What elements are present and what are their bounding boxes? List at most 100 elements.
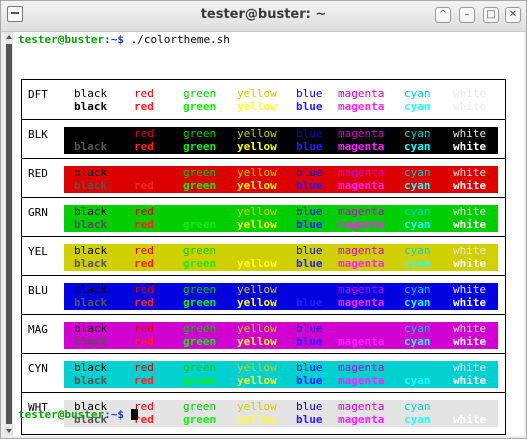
swatch-white-normal: white [453, 283, 487, 296]
swatch-cyan-bold: cyan [404, 257, 431, 270]
swatch-blue-bold: blue [296, 179, 323, 192]
maximize-icon[interactable]: □ [483, 7, 499, 23]
terminal-window: tester@buster: ~ ^ – □ ✕ tester@buster:~… [0, 0, 527, 439]
swatch-blue-bold: blue [296, 218, 323, 231]
swatch-yellow-normal: yellow [237, 400, 277, 413]
swatch-yellow-bold: yellow [237, 374, 277, 387]
color-row-yel: YEL black black red red green green yellow yello… [22, 236, 505, 276]
swatch-white-normal: white [453, 361, 487, 374]
swatch-green-normal: green [183, 244, 217, 257]
keep-above-icon[interactable]: ^ [435, 7, 451, 23]
swatch-red-bold: red [134, 140, 154, 153]
swatch-cyan-bold: cyan [404, 179, 431, 192]
swatch-blue-bold: blue [296, 100, 323, 113]
swatch-cyan-normal: cyan [404, 166, 431, 179]
swatch-black-normal: black [74, 283, 108, 296]
swatch-green-normal: green [183, 166, 217, 179]
swatch-black-normal: black [74, 166, 108, 179]
swatch-cyan-bold: cyan [404, 374, 431, 387]
swatch-red-normal: red [134, 361, 154, 374]
color-row-cyn: CYN black black red red green green yellow yello… [22, 353, 505, 393]
color-row-blu: BLU black black red red green green yellow yello… [22, 275, 505, 315]
swatch-green-normal: green [183, 322, 217, 335]
swatch-cyan-bold: cyan [404, 100, 431, 113]
terminal-area[interactable]: tester@buster:~$ ./colortheme.sh DFT blac… [5, 32, 524, 436]
swatch-white-normal: white [453, 322, 487, 335]
swatch-yellow-normal: yellow [237, 87, 277, 100]
background-band: black black red red green green yellow yellow bl… [64, 322, 498, 349]
swatch-magenta-bold: magenta [338, 374, 385, 387]
swatch-white-bold: white [453, 374, 487, 387]
swatch-black-bold: black [74, 100, 108, 113]
swatch-white-normal: white [453, 205, 487, 218]
color-row-red: RED black black red red green green yellow yello… [22, 158, 505, 198]
swatch-black-normal: black [74, 322, 108, 335]
swatch-blue-normal: blue [296, 166, 323, 179]
color-row-dft: DFT black black red red green green yellow yello… [22, 80, 505, 119]
background-band: black black red red green green yellow yellow bl… [64, 166, 498, 193]
row-label: MAG [28, 323, 48, 336]
swatch-magenta-bold: magenta [338, 179, 385, 192]
swatch-white-bold: white [453, 296, 487, 309]
swatch-red-bold: red [134, 296, 154, 309]
prompt-path: :~$ [104, 33, 124, 46]
swatch-magenta-normal: magenta [338, 166, 385, 179]
swatch-black-normal: black [74, 205, 108, 218]
swatch-magenta-normal: magenta [338, 87, 385, 100]
scrollbar[interactable] [5, 32, 13, 436]
swatch-magenta-bold: magenta [338, 218, 385, 231]
swatch-magenta-bold: magenta [338, 296, 385, 309]
swatch-blue-normal: blue [296, 205, 323, 218]
swatch-black-normal: black [74, 127, 108, 140]
swatch-yellow-normal: yellow [237, 283, 277, 296]
swatch-magenta-bold: magenta [338, 413, 385, 426]
swatch-cyan-bold: cyan [404, 296, 431, 309]
swatch-red-normal: red [134, 127, 154, 140]
title-bar[interactable]: tester@buster: ~ ^ – □ ✕ [1, 1, 526, 32]
swatch-cyan-bold: cyan [404, 140, 431, 153]
swatch-yellow-normal: yellow [237, 166, 277, 179]
swatch-green-normal: green [183, 127, 217, 140]
prompt-path: :~$ [104, 408, 124, 421]
swatch-white-normal: white [453, 87, 487, 100]
swatch-red-normal: red [134, 283, 154, 296]
close-icon[interactable]: ✕ [505, 7, 521, 23]
swatch-green-normal: green [183, 283, 217, 296]
swatch-green-bold: green [183, 296, 217, 309]
swatch-green-normal: green [183, 361, 217, 374]
prompt-user: tester@buster [18, 33, 105, 46]
background-band: black black red red green green yellow yellow bl… [64, 87, 498, 114]
swatch-white-bold: white [453, 257, 487, 270]
swatch-green-bold: green [183, 413, 217, 426]
swatch-black-normal: black [74, 361, 108, 374]
swatch-cyan-normal: cyan [404, 322, 431, 335]
active-prompt-line[interactable]: tester@buster:~$ [18, 408, 138, 421]
swatch-magenta-normal: magenta [338, 361, 385, 374]
swatch-red-bold: red [134, 100, 154, 113]
swatch-blue-normal: blue [296, 283, 323, 296]
swatch-green-bold: green [183, 257, 217, 270]
swatch-black-normal: black [74, 87, 108, 100]
swatch-yellow-bold: yellow [237, 413, 277, 426]
swatch-white-normal: white [453, 166, 487, 179]
swatch-green-normal: green [183, 205, 217, 218]
swatch-yellow-normal: yellow [237, 205, 277, 218]
scroll-up-icon[interactable] [6, 35, 12, 39]
swatch-red-normal: red [134, 322, 154, 335]
swatch-black-bold: black [74, 296, 108, 309]
swatch-cyan-normal: cyan [404, 244, 431, 257]
swatch-yellow-normal: yellow [237, 127, 277, 140]
background-band: black black red red green green yellow yellow bl… [64, 361, 498, 388]
swatch-red-bold: red [134, 218, 154, 231]
swatch-red-normal: red [134, 87, 154, 100]
swatch-cyan-normal: cyan [404, 361, 431, 374]
swatch-cyan-normal: cyan [404, 127, 431, 140]
swatch-cyan-bold: cyan [404, 335, 431, 348]
minimize-icon[interactable]: – [459, 7, 475, 23]
swatch-white-bold: white [453, 140, 487, 153]
color-row-blk: BLK black black red red green green yellow yello… [22, 119, 505, 159]
scrollbar-thumb[interactable] [6, 44, 12, 424]
swatch-magenta-normal: magenta [338, 127, 385, 140]
background-band: black black red red green green yellow yellow bl… [64, 283, 498, 310]
scroll-down-icon[interactable] [6, 429, 12, 433]
